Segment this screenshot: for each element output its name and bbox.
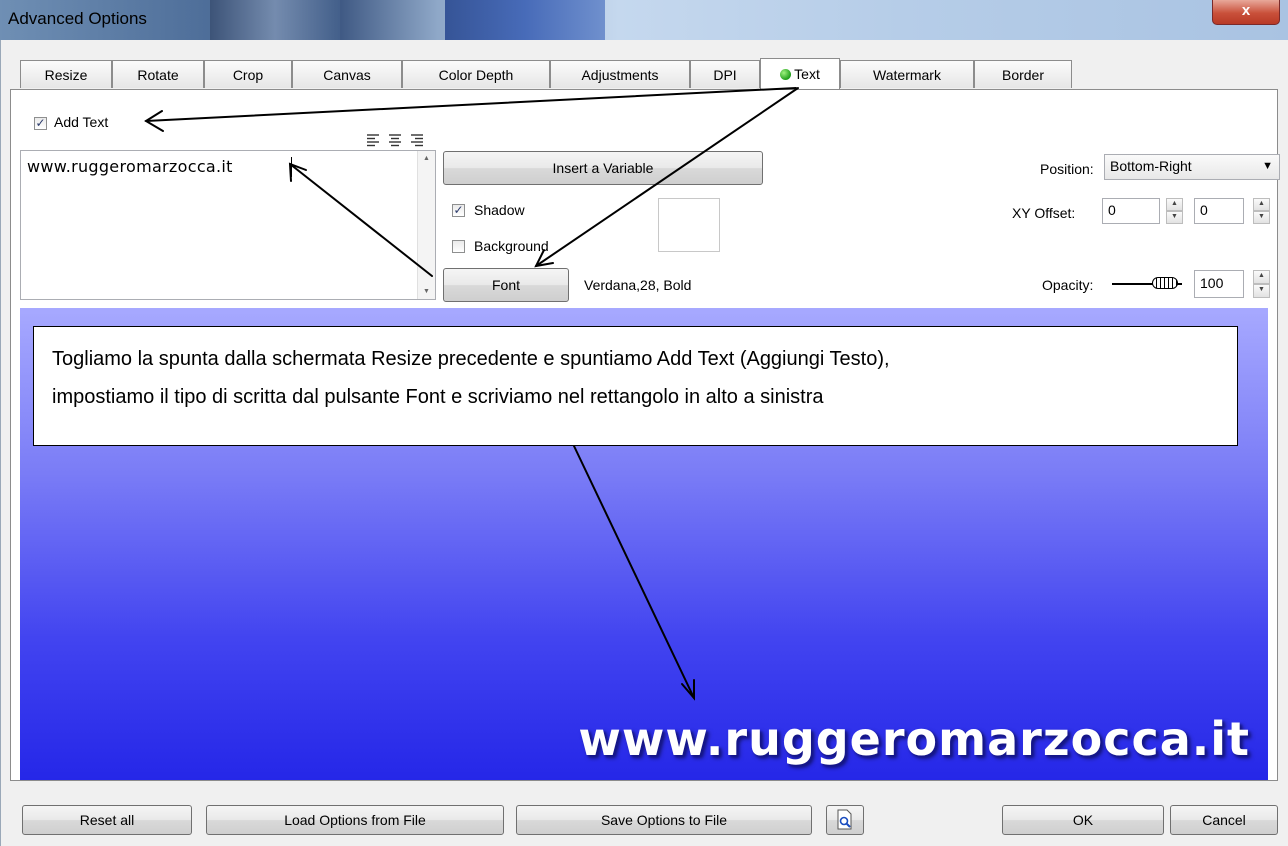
callout-line-1: Togliamo la spunta dalla schermata Resiz… <box>52 348 890 370</box>
tab-color-depth[interactable]: Color Depth <box>402 60 550 88</box>
opacity-label: Opacity: <box>1042 277 1094 293</box>
callout-line-2: impostiamo il tipo di scritta dal pulsan… <box>52 386 824 408</box>
tab-label: Rotate <box>137 67 179 83</box>
font-description: Verdana,28, Bold <box>584 277 692 293</box>
add-text-label: Add Text <box>54 114 109 130</box>
tab-label: Adjustments <box>581 67 659 83</box>
text-input-area[interactable]: www.ruggeromarzocca.it ▲ ▼ <box>20 150 436 300</box>
tab-border[interactable]: Border <box>974 60 1072 88</box>
y-offset-value: 0 <box>1200 202 1208 218</box>
shadow-label: Shadow <box>474 202 525 218</box>
tab-label: Color Depth <box>438 67 514 83</box>
preview-button[interactable] <box>826 805 864 835</box>
scroll-down-arrow-icon[interactable]: ▼ <box>418 288 435 295</box>
background-color-swatch[interactable] <box>658 198 720 252</box>
callout-text: Togliamo la spunta dalla schermata Resiz… <box>52 340 890 416</box>
x-offset-value: 0 <box>1108 202 1116 218</box>
reset-all-button[interactable]: Reset all <box>22 805 192 835</box>
spin-up-icon[interactable]: ▲ <box>1253 270 1270 284</box>
align-center-icon[interactable] <box>389 134 401 147</box>
x-offset-input[interactable]: 0 <box>1102 198 1160 224</box>
tab-text[interactable]: Text <box>760 58 840 90</box>
tab-adjustments[interactable]: Adjustments <box>550 60 690 88</box>
align-right-icon[interactable] <box>411 134 423 147</box>
y-offset-input[interactable]: 0 <box>1194 198 1244 224</box>
align-left-icon[interactable] <box>367 134 379 147</box>
title-bar[interactable]: Advanced Options x <box>0 0 1288 40</box>
background-label: Background <box>474 238 549 254</box>
title-bar-background <box>210 0 340 40</box>
ok-button[interactable]: OK <box>1002 805 1164 835</box>
tab-watermark[interactable]: Watermark <box>840 60 974 88</box>
cancel-button[interactable]: Cancel <box>1170 805 1278 835</box>
chevron-down-icon: ▼ <box>1262 160 1273 172</box>
window-title: Advanced Options <box>8 9 147 28</box>
position-label: Position: <box>1040 161 1094 177</box>
x-offset-spinner[interactable]: ▲ ▼ <box>1166 198 1183 224</box>
tab-label: Watermark <box>873 67 941 83</box>
add-text-checkbox[interactable]: ✓ <box>34 117 47 130</box>
magnifier-icon <box>837 809 852 830</box>
spin-down-icon[interactable]: ▼ <box>1253 284 1270 298</box>
text-input-value: www.ruggeromarzocca.it <box>27 157 233 176</box>
y-offset-spinner[interactable]: ▲ ▼ <box>1253 198 1270 224</box>
opacity-slider-thumb[interactable] <box>1152 277 1178 289</box>
title-bar-background <box>445 0 605 40</box>
advanced-options-window: Advanced Options x Resize Rotate Crop Ca… <box>0 0 1288 846</box>
opacity-spinner[interactable]: ▲ ▼ <box>1253 270 1270 298</box>
position-select[interactable]: Bottom-Right ▼ <box>1104 154 1280 180</box>
tab-label: Crop <box>232 67 264 83</box>
insert-variable-button[interactable]: Insert a Variable <box>443 151 763 185</box>
tab-label: Resize <box>44 67 88 83</box>
preview-watermark-text: www.ruggeromarzocca.it <box>578 712 1250 766</box>
instruction-callout: Togliamo la spunta dalla schermata Resiz… <box>33 326 1238 446</box>
alignment-toolbar <box>367 134 423 147</box>
tab-canvas[interactable]: Canvas <box>292 60 402 88</box>
green-dot-icon <box>780 69 792 80</box>
tab-label: Border <box>1001 67 1045 83</box>
tab-label: Canvas <box>323 67 371 83</box>
tab-label: DPI <box>713 67 737 83</box>
tab-label: Text <box>794 66 820 82</box>
spin-up-icon[interactable]: ▲ <box>1166 198 1183 211</box>
spin-up-icon[interactable]: ▲ <box>1253 198 1270 211</box>
opacity-value: 100 <box>1200 275 1224 291</box>
tab-crop[interactable]: Crop <box>204 60 292 88</box>
font-button[interactable]: Font <box>443 268 569 302</box>
close-button[interactable]: x <box>1212 0 1280 25</box>
position-value: Bottom-Right <box>1110 158 1192 174</box>
save-options-button[interactable]: Save Options to File <box>516 805 812 835</box>
shadow-checkbox[interactable]: ✓ <box>452 204 465 217</box>
scroll-up-arrow-icon[interactable]: ▲ <box>418 155 435 162</box>
xy-offset-label: XY Offset: <box>1012 205 1076 221</box>
load-options-button[interactable]: Load Options from File <box>206 805 504 835</box>
tab-rotate[interactable]: Rotate <box>112 60 204 88</box>
opacity-input[interactable]: 100 <box>1194 270 1244 298</box>
tab-resize[interactable]: Resize <box>20 60 112 88</box>
spin-down-icon[interactable]: ▼ <box>1253 211 1270 224</box>
tab-dpi[interactable]: DPI <box>690 60 760 88</box>
spin-down-icon[interactable]: ▼ <box>1166 211 1183 224</box>
background-checkbox[interactable] <box>452 240 465 253</box>
